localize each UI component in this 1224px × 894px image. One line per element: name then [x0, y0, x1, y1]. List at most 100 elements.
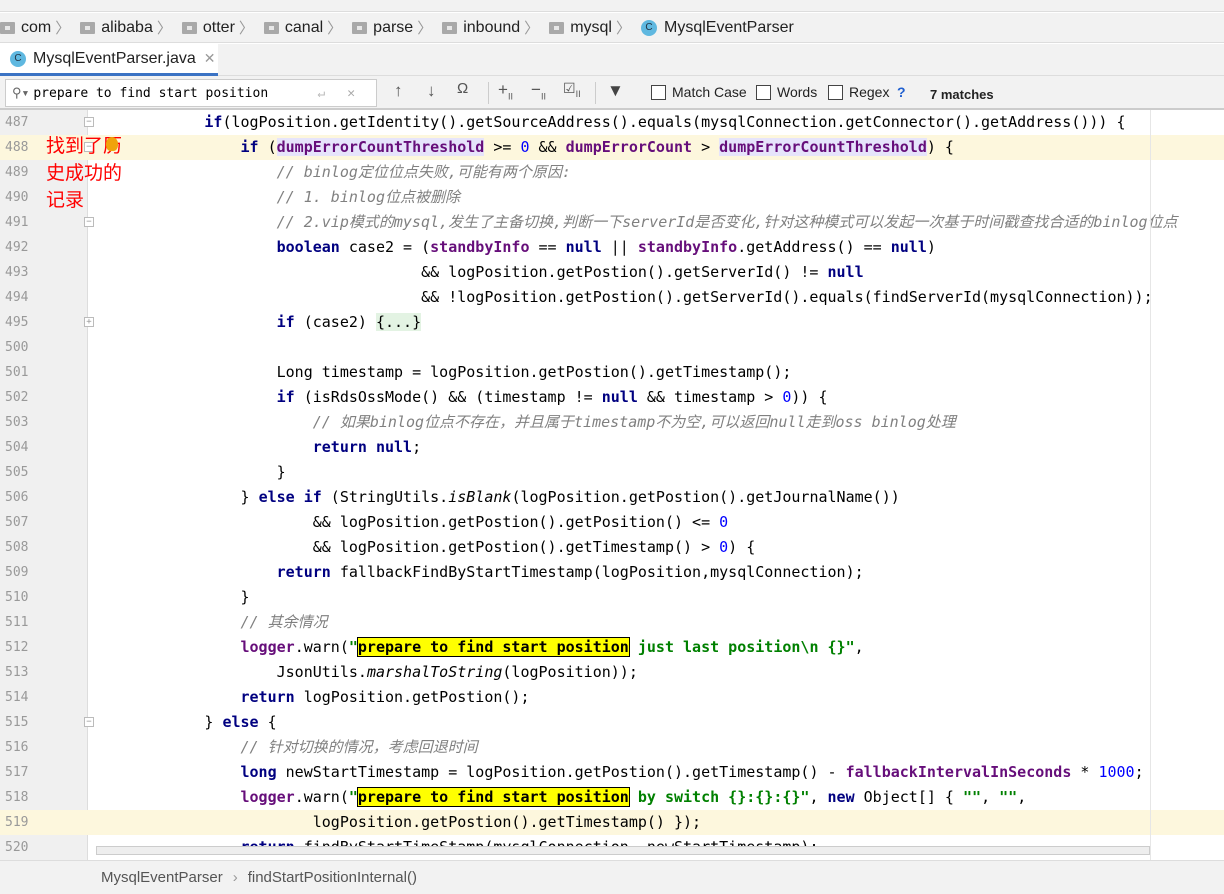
breadcrumb-item-class[interactable]: C MysqlEventParser [640, 19, 794, 37]
code-text: if (isRdsOssMode() && (timestamp != null… [96, 385, 828, 410]
code-line[interactable]: 517 long newStartTimestamp = logPosition… [0, 760, 1224, 785]
checkbox-box[interactable] [756, 84, 771, 100]
code-line[interactable]: 501 Long timestamp = logPosition.getPost… [0, 360, 1224, 385]
code-token: Long timestamp = logPosition.getPostion(… [276, 363, 792, 381]
breadcrumb-item[interactable]: canal 〉 [263, 17, 348, 38]
code-line[interactable]: 494 && !logPosition.getPostion().getServ… [0, 285, 1224, 310]
code-line[interactable]: 514 return logPosition.getPostion(); [0, 685, 1224, 710]
breadcrumb-label: mysql [570, 18, 612, 36]
code-token: .warn( [294, 788, 349, 806]
add-occurrence-icon[interactable]: +II [498, 80, 513, 101]
search-icon[interactable]: ⚲▾ [12, 86, 29, 101]
right-margin-guide [1150, 110, 1151, 860]
code-line[interactable]: 518 logger.warn("prepare to find start p… [0, 785, 1224, 810]
fold-marker-icon[interactable]: − [84, 717, 94, 727]
newline-icon[interactable]: ↵ [317, 86, 325, 101]
chevron-right-icon: 〉 [156, 20, 172, 37]
fold-marker-icon[interactable]: − [84, 117, 94, 127]
code-token: , [809, 788, 828, 806]
breadcrumb-item[interactable]: otter 〉 [181, 17, 260, 38]
code-line[interactable]: 516 // 针对切换的情况，考虑回退时间 [0, 735, 1224, 760]
code-line[interactable]: 492 boolean case2 = (standbyInfo == null… [0, 235, 1224, 260]
checkbox-box[interactable] [828, 84, 843, 100]
code-line[interactable]: 500 [0, 335, 1224, 360]
code-text: // binlog定位位点失败,可能有两个原因: [96, 160, 571, 185]
code-line[interactable]: 491 − // 2.vip模式的mysql,发生了主备切换,判断一下server… [0, 210, 1224, 235]
code-line[interactable]: 510 } [0, 585, 1224, 610]
code-token: "" [999, 788, 1018, 806]
code-token: isBlank [448, 488, 512, 506]
divider [488, 82, 489, 104]
fold-marker-icon[interactable]: + [84, 317, 94, 327]
code-text: } else if (StringUtils.isBlank(logPositi… [96, 485, 900, 510]
find-all-icon[interactable]: Ω [457, 80, 468, 97]
filter-icon[interactable]: ▼ [607, 81, 624, 101]
breadcrumb-item[interactable]: inbound 〉 [442, 17, 545, 38]
code-token: } [240, 588, 250, 606]
code-line[interactable]: 495 + if (case2) {...} [0, 310, 1224, 335]
code-line[interactable]: 511 // 其余情况 [0, 610, 1224, 635]
code-line[interactable]: 519 logPosition.getPostion().getTimestam… [0, 810, 1224, 835]
breadcrumb-method[interactable]: findStartPositionInternal() [248, 869, 417, 886]
code-token: , [854, 638, 864, 656]
folder-icon [549, 21, 565, 34]
code-line[interactable]: 509 return fallbackFindByStartTimestamp(… [0, 560, 1224, 585]
code-line[interactable]: 489 // binlog定位位点失败,可能有两个原因: [0, 160, 1224, 185]
code-token: (isRdsOssMode() && (timestamp != [294, 388, 602, 406]
class-icon: C [640, 19, 657, 36]
code-text: logger.warn("prepare to find start posit… [96, 785, 1026, 810]
fold-marker-icon[interactable]: − [84, 217, 94, 227]
chevron-right-icon: 〉 [327, 20, 343, 37]
code-token: // binlog定位位点失败,可能有两个原因: [276, 163, 571, 181]
breadcrumb-item[interactable]: parse 〉 [352, 17, 438, 38]
regex-checkbox[interactable]: Regex [828, 84, 889, 100]
code-line[interactable]: 506 } else if (StringUtils.isBlank(logPo… [0, 485, 1224, 510]
breadcrumb-item[interactable]: com 〉 [0, 17, 76, 38]
match-count: 7 matches [930, 87, 994, 102]
code-line[interactable]: 505 } [0, 460, 1224, 485]
code-text: && logPosition.getPostion().getPosition(… [96, 510, 728, 535]
previous-occurrence-icon[interactable]: ↑ [394, 81, 403, 101]
code-text: logger.warn("prepare to find start posit… [96, 635, 864, 660]
code-token: || [601, 238, 638, 256]
remove-occurrence-icon[interactable]: −II [531, 80, 546, 101]
code-line[interactable]: 502 if (isRdsOssMode() && (timestamp != … [0, 385, 1224, 410]
line-number: 490 [5, 190, 29, 205]
close-tab-icon[interactable]: ✕ [204, 50, 216, 67]
code-token: new [827, 788, 855, 806]
code-line[interactable]: 508 && logPosition.getPostion().getTimes… [0, 535, 1224, 560]
checkbox-box[interactable] [651, 84, 666, 100]
code-editor[interactable]: 487− if(logPosition.getIdentity().getSou… [0, 110, 1224, 860]
next-occurrence-icon[interactable]: ↓ [427, 81, 436, 101]
clear-search-icon[interactable]: ✕ [347, 86, 355, 101]
line-number: 500 [5, 340, 29, 355]
select-all-occurrences-icon[interactable]: ☑II [563, 80, 581, 99]
breadcrumb-item[interactable]: alibaba 〉 [80, 17, 178, 38]
code-token: (logPosition.getPostion().getJournalName… [511, 488, 900, 506]
breadcrumb-class[interactable]: MysqlEventParser [101, 869, 223, 886]
navigation-breadcrumb: com 〉 alibaba 〉 otter 〉 canal 〉 parse 〉 inbound 〉 my… [0, 13, 1224, 43]
code-line[interactable]: 503 // 如果binlog位点不存在，并且属于timestamp不为空,可以… [0, 410, 1224, 435]
line-number: 518 [5, 790, 29, 805]
lightbulb-icon[interactable] [106, 137, 118, 151]
breadcrumb-item[interactable]: mysql 〉 [549, 17, 637, 38]
code-line[interactable]: 504 return null; [0, 435, 1224, 460]
code-line[interactable]: 512 logger.warn("prepare to find start p… [0, 635, 1224, 660]
horizontal-scrollbar[interactable] [96, 846, 1150, 855]
code-line[interactable]: 513 JsonUtils.marshalToString(logPositio… [0, 660, 1224, 685]
search-input[interactable] [33, 85, 304, 101]
tab-mysqleventparser[interactable]: C MysqlEventParser.java ✕ [0, 44, 218, 76]
code-token[interactable]: {...} [375, 313, 422, 331]
code-line[interactable]: 487 − if(logPosition.getIdentity().getSou… [0, 110, 1224, 135]
code-line[interactable]: 488− if (dumpErrorCountThreshold >= 0 &&… [0, 135, 1224, 160]
code-line[interactable]: 507 && logPosition.getPostion().getPosit… [0, 510, 1224, 535]
code-line[interactable]: 515 − } else { [0, 710, 1224, 735]
code-token: " [348, 788, 358, 806]
code-token: >= [484, 138, 521, 156]
code-line[interactable]: 493 && logPosition.getPostion().getServe… [0, 260, 1224, 285]
match-case-checkbox[interactable]: Match Case [651, 84, 747, 100]
words-checkbox[interactable]: Words [756, 84, 817, 100]
regex-help-icon[interactable]: ? [897, 84, 906, 100]
code-line[interactable]: 490 // 1. binlog位点被删除 [0, 185, 1224, 210]
code-token: dumpErrorCountThreshold [719, 138, 927, 156]
